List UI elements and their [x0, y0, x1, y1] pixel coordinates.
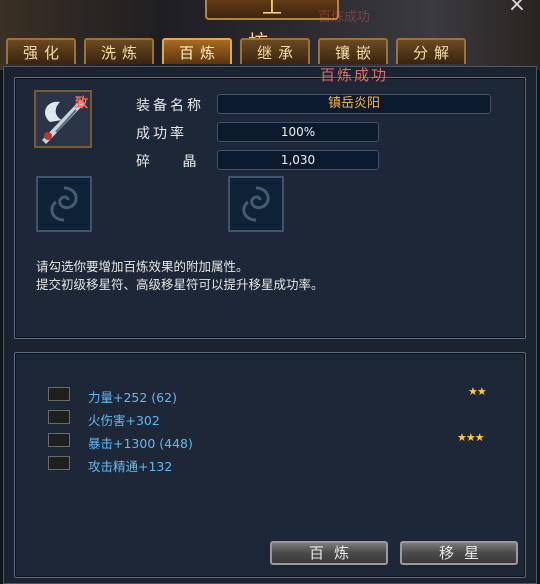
shard-label: 碎 晶 [136, 154, 211, 170]
advanced-rune-slot[interactable] [228, 176, 284, 232]
success-rate-label: 成功率 [136, 126, 187, 142]
primary-rune-slot[interactable] [36, 176, 92, 232]
attribute-checkbox[interactable] [48, 433, 70, 447]
attribute-checkbox[interactable] [48, 387, 70, 401]
shard-value: 1,030 [217, 150, 379, 170]
tab-inherit[interactable]: 继承 [240, 38, 310, 64]
success-rate-value: 100% [217, 122, 379, 142]
refine-button[interactable]: 百炼 [270, 541, 388, 565]
move-star-button[interactable]: 移星 [400, 541, 518, 565]
description-line-1: 请勾选你要增加百炼效果的附加属性。 [36, 259, 249, 274]
equipment-slot[interactable]: 致 [34, 90, 92, 148]
attribute-checkbox[interactable] [48, 456, 70, 470]
dragon-emblem-icon [242, 186, 270, 222]
tab-inlay[interactable]: 镶嵌 [318, 38, 388, 64]
attribute-text: 攻击精通+132 [88, 459, 173, 474]
attribute-text: 力量+252 (62) [88, 390, 177, 405]
description-line-2: 提交初级移星符、高级移星符可以提升移星成功率。 [36, 277, 324, 292]
dragon-emblem-icon [50, 186, 78, 222]
close-icon[interactable]: × [506, 0, 528, 18]
tab-refine[interactable]: 百炼 [162, 38, 232, 64]
item-rank-badge: 致 [74, 96, 88, 111]
ghost-success-text: 百炼成功 [318, 10, 371, 25]
tab-wash[interactable]: 洗炼 [84, 38, 154, 64]
tab-decompose[interactable]: 分解 [396, 38, 466, 64]
item-name-label: 装备名称 [136, 98, 204, 114]
attribute-stars: ★★ [468, 385, 487, 398]
item-name-value: 镇岳炎阳 [217, 94, 491, 114]
tab-enhance[interactable]: 强化 [6, 38, 76, 64]
attribute-checkbox[interactable] [48, 410, 70, 424]
attribute-text: 暴击+1300 (448) [88, 436, 193, 451]
success-message: 百炼成功 [320, 66, 389, 84]
attribute-stars: ★★★ [457, 431, 485, 444]
attribute-text: 火伤害+302 [88, 413, 160, 428]
